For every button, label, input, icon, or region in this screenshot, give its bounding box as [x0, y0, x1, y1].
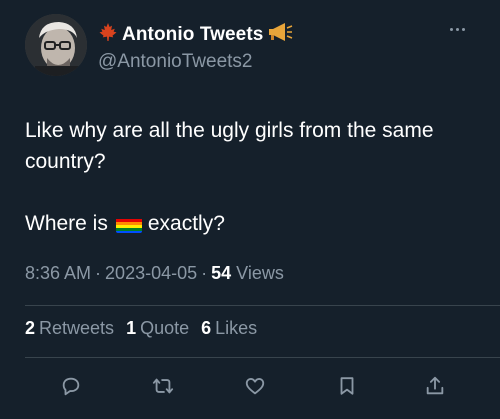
tweet-line-2-after: exactly? [147, 212, 225, 235]
meta-separator-2: · [201, 263, 208, 283]
more-options-icon[interactable] [450, 22, 472, 36]
tweet-meta: 8:36 AM · 2023-04-05 · 54 Views [25, 263, 284, 284]
quotes-stat[interactable]: 1 Quote [126, 318, 189, 339]
views-count[interactable]: 54 [211, 263, 231, 284]
profile-photo-icon [25, 14, 87, 76]
share-button[interactable] [420, 371, 450, 401]
quotes-label: Quote [140, 318, 190, 338]
author-handle[interactable]: @AntonioTweets2 [98, 51, 253, 73]
avatar[interactable] [25, 14, 87, 76]
likes-count: 6 [201, 318, 212, 338]
maple-leaf-icon [98, 22, 118, 47]
tweet-text: Like why are all the ugly girls from the… [25, 115, 485, 239]
rainbow-flag-icon [115, 215, 142, 233]
retweets-count: 2 [25, 318, 36, 338]
like-button[interactable] [240, 371, 270, 401]
megaphone-icon [267, 22, 293, 47]
tweet-date[interactable]: 2023-04-05 [105, 263, 197, 284]
tweet-line-2: Where is exactly? [25, 208, 485, 239]
retweets-stat[interactable]: 2 Retweets [25, 318, 114, 339]
retweet-icon [152, 378, 174, 394]
share-icon [426, 376, 444, 395]
divider [25, 357, 500, 358]
meta-separator-1: · [95, 263, 102, 283]
like-icon [245, 378, 265, 395]
likes-label: Likes [215, 318, 258, 338]
author-name-row[interactable]: Antonio Tweets [98, 22, 293, 47]
tweet-line-2-before: Where is [25, 212, 108, 235]
divider [25, 305, 500, 306]
quotes-count: 1 [126, 318, 137, 338]
retweet-button[interactable] [148, 371, 178, 401]
likes-stat[interactable]: 6 Likes [201, 318, 257, 339]
author-display-name[interactable]: Antonio Tweets [122, 24, 263, 46]
tweet-stats: 2 Retweets 1 Quote 6 Likes [25, 318, 257, 339]
tweet-line-1: Like why are all the ugly girls from the… [25, 119, 434, 173]
reply-icon [62, 377, 80, 396]
action-bar [48, 371, 448, 401]
views-label[interactable]: Views [236, 263, 284, 284]
tweet-header: Antonio Tweets @AntonioTweets2 [25, 14, 480, 76]
reply-button[interactable] [56, 371, 86, 401]
bookmark-icon [340, 377, 354, 395]
tweet-time[interactable]: 8:36 AM [25, 263, 91, 284]
bookmark-button[interactable] [332, 371, 362, 401]
tweet-card: Antonio Tweets @AntonioTweets2 Like why … [0, 0, 500, 419]
retweets-label: Retweets [39, 318, 115, 338]
